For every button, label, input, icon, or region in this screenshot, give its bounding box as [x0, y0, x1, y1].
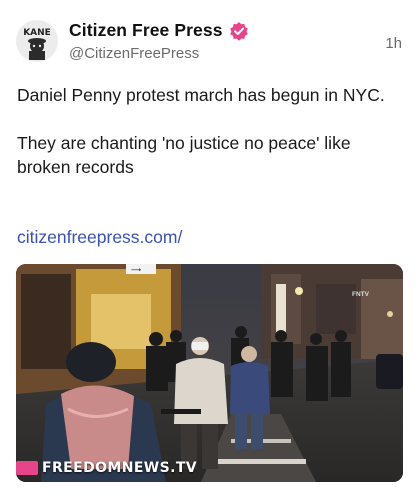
watermark-text: FREEDOMNEWS.TV — [42, 460, 198, 476]
store-sign: FNTV — [352, 291, 369, 298]
avatar[interactable]: KANE — [16, 20, 58, 62]
verified-badge-icon — [229, 21, 249, 41]
post-paragraph: They are chanting 'no justice no peace' … — [17, 133, 351, 177]
kane-avatar-icon: KANE — [16, 20, 58, 62]
author-handle[interactable]: @CitizenFreePress — [69, 45, 199, 62]
post-body: Daniel Penny protest march has begun in … — [17, 83, 402, 179]
protest-video-frame — [16, 264, 403, 482]
post-paragraph: Daniel Penny protest march has begun in … — [17, 85, 385, 105]
svg-text:KANE: KANE — [23, 28, 51, 38]
post-video[interactable]: ⟶ FNTV FREEDOMNEWS.TV — [16, 264, 403, 482]
author-name[interactable]: Citizen Free Press — [69, 20, 223, 41]
street-sign: ⟶ — [131, 267, 142, 274]
post-timestamp[interactable]: 1h — [385, 35, 402, 52]
post-link[interactable]: citizenfreepress.com/ — [17, 227, 182, 248]
video-watermark: FREEDOMNEWS.TV — [16, 460, 197, 476]
watermark-logo-icon — [16, 461, 38, 475]
